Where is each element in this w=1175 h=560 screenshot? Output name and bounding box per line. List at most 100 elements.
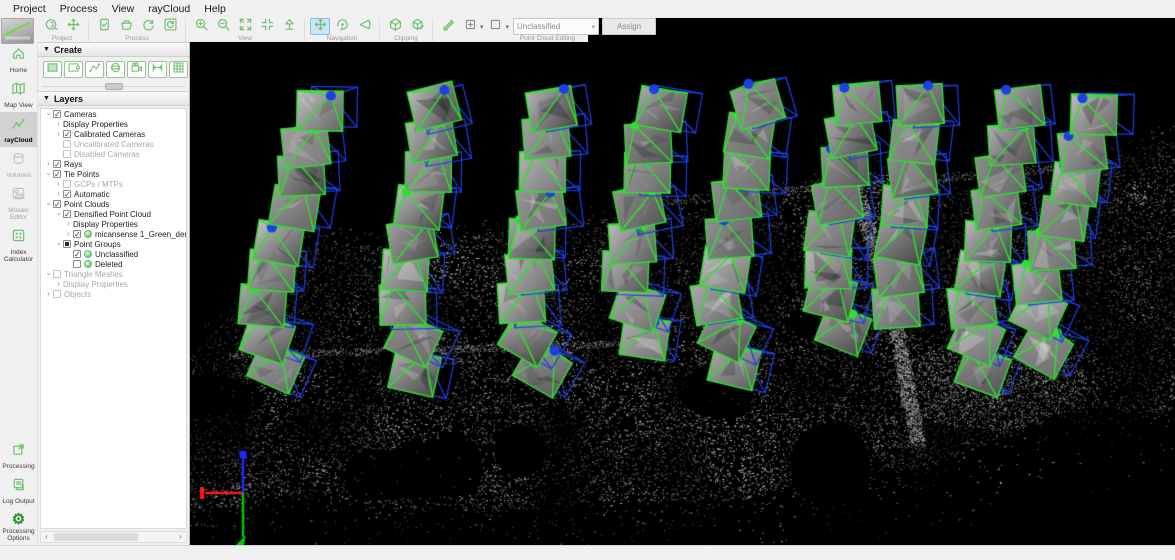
add-selection-button[interactable] [460,18,480,35]
menu-item-project[interactable]: Project [6,1,53,17]
new-rectangle-button[interactable] [64,61,83,78]
checkbox-densified-point-cloud[interactable] [63,210,71,218]
sidebar-item-volumes[interactable]: Volumes [0,147,37,182]
checkbox-deleted[interactable] [73,260,81,268]
project-globe-button[interactable] [41,18,61,35]
focus-view-button[interactable] [257,18,277,35]
zoom-out-button[interactable] [213,18,233,35]
checkbox-disabled-cameras[interactable] [63,150,71,158]
menu-item-help[interactable]: Help [197,1,233,17]
layer-row-point-groups[interactable]: ›Point Groups [41,239,186,249]
menu-item-raycloud[interactable]: rayCloud [141,1,197,17]
chevron-down-icon[interactable]: › [55,240,63,249]
checkbox-automatic[interactable] [63,190,71,198]
zoom-in-button[interactable] [191,18,211,35]
checkbox-tie-points[interactable] [53,170,61,178]
chevron-down-icon[interactable]: › [45,200,53,209]
chevron-right-icon[interactable]: › [54,130,63,138]
new-volume-button[interactable] [106,61,125,78]
menu-item-process[interactable]: Process [53,1,105,17]
clip-box-button[interactable] [385,18,405,35]
pan-tool-button[interactable] [310,18,330,35]
chevron-right-icon[interactable]: › [44,290,53,298]
reprocess-button[interactable] [138,18,158,35]
layer-row-display-properties[interactable]: ›Display Properties [41,119,186,129]
checkbox-micansense-1-green-densifie[interactable] [73,230,81,238]
sidebar-item-mosaic-editor[interactable]: Mosaic Editor [0,182,37,224]
layer-row-disabled-cameras[interactable]: Disabled Cameras [41,149,186,159]
new-surface-button[interactable] [43,61,62,78]
layer-row-unclassified[interactable]: Unclassified [41,249,186,259]
checkbox-rays[interactable] [53,160,61,168]
scroll-left-arrow[interactable]: ‹ [41,532,52,542]
layer-row-micansense-1-green-densifie[interactable]: ›micansense 1_Green_densifie [41,229,186,239]
pix4d-logo[interactable] [1,18,34,44]
layer-row-deleted[interactable]: Deleted [41,259,186,269]
splitter-handle[interactable] [105,83,123,90]
sidebar-item-index-calculator[interactable]: Index Calculator [0,224,37,266]
layer-row-tie-points[interactable]: ›Tie Points [41,169,186,179]
layers-panel-header[interactable]: ▼ Layers [38,91,189,106]
layer-row-uncalibrated-cameras[interactable]: Uncalibrated Cameras [41,139,186,149]
checkbox-point-groups[interactable] [63,240,71,248]
perspective-tool-button[interactable] [354,18,374,35]
expand-view-button[interactable] [235,18,255,35]
new-polyline-button[interactable] [85,61,104,78]
point-group-combobox[interactable]: Unclassified▾ [513,18,599,35]
layer-row-gcps-mtps[interactable]: ›GCPs / MTPs [41,179,186,189]
layer-row-densified-point-cloud[interactable]: ›Densified Point Cloud [41,209,186,219]
sidebar-item-map-view[interactable]: Map View [0,77,37,112]
checkbox-uncalibrated-cameras[interactable] [63,140,71,148]
chevron-right-icon[interactable]: › [54,120,63,128]
layer-row-rays[interactable]: ›Rays [41,159,186,169]
layer-row-point-clouds[interactable]: ›Point Clouds [41,199,186,209]
layer-row-cameras[interactable]: ›Cameras [41,109,186,119]
brush-edit-button[interactable] [438,18,458,35]
process-tray-button[interactable] [116,18,136,35]
new-video-animation-button[interactable] [127,61,146,78]
layer-row-objects[interactable]: ›Objects [41,289,186,299]
sidebar-item-processing-options[interactable]: ⚙Processing Options [0,508,37,545]
horizontal-scrollbar[interactable]: ‹ › [40,531,187,543]
new-scale-constraint-button[interactable] [148,61,167,78]
orbit-tool-button[interactable] [332,18,352,35]
chevron-right-icon[interactable]: › [54,280,63,288]
reoptimize-button[interactable] [160,18,180,35]
chevron-right-icon[interactable]: › [64,230,73,238]
checkbox-triangle-meshes[interactable] [53,270,61,278]
layer-row-triangle-meshes[interactable]: ›Triangle Meshes [41,269,186,279]
checkbox-unclassified[interactable] [73,250,81,258]
clip-edit-button[interactable] [407,18,427,35]
sidebar-item-raycloud[interactable]: rayCloud [0,112,37,147]
chevron-right-icon[interactable]: › [44,160,53,168]
chevron-right-icon[interactable]: › [54,190,63,198]
top-view-button[interactable] [279,18,299,35]
scrollbar-thumb[interactable] [54,533,138,541]
layer-row-calibrated-cameras[interactable]: ›Calibrated Cameras [41,129,186,139]
raycloud-3d-viewport[interactable] [190,18,1175,545]
sidebar-item-processing[interactable]: Processing [0,438,37,473]
chevron-down-icon[interactable]: ▾ [480,23,484,31]
checkbox-gcps-mtps[interactable] [63,180,71,188]
sidebar-item-home[interactable]: Home [0,42,37,77]
chevron-down-icon[interactable]: › [45,270,53,279]
layer-row-display-properties[interactable]: ›Display Properties [41,279,186,289]
chevron-down-icon[interactable]: › [45,170,53,179]
chevron-down-icon[interactable]: › [45,110,53,119]
scroll-right-arrow[interactable]: › [175,532,186,542]
chevron-down-icon[interactable]: › [55,210,63,219]
process-doc-button[interactable] [94,18,114,35]
checkbox-cameras[interactable] [53,110,61,118]
create-panel-header[interactable]: ▼ Create [38,42,189,57]
panel-splitter[interactable] [38,82,189,91]
new-orthoplane-button[interactable] [169,61,188,78]
chevron-down-icon[interactable]: ▾ [506,23,510,31]
checkbox-calibrated-cameras[interactable] [63,130,71,138]
move-tool-button[interactable] [63,18,83,35]
assign-button[interactable]: Assign [602,18,656,35]
menu-item-view[interactable]: View [105,1,142,17]
checkbox-objects[interactable] [53,290,61,298]
point-cloud-canvas[interactable] [190,18,1175,545]
chevron-right-icon[interactable]: › [54,180,63,188]
checkbox-point-clouds[interactable] [53,200,61,208]
